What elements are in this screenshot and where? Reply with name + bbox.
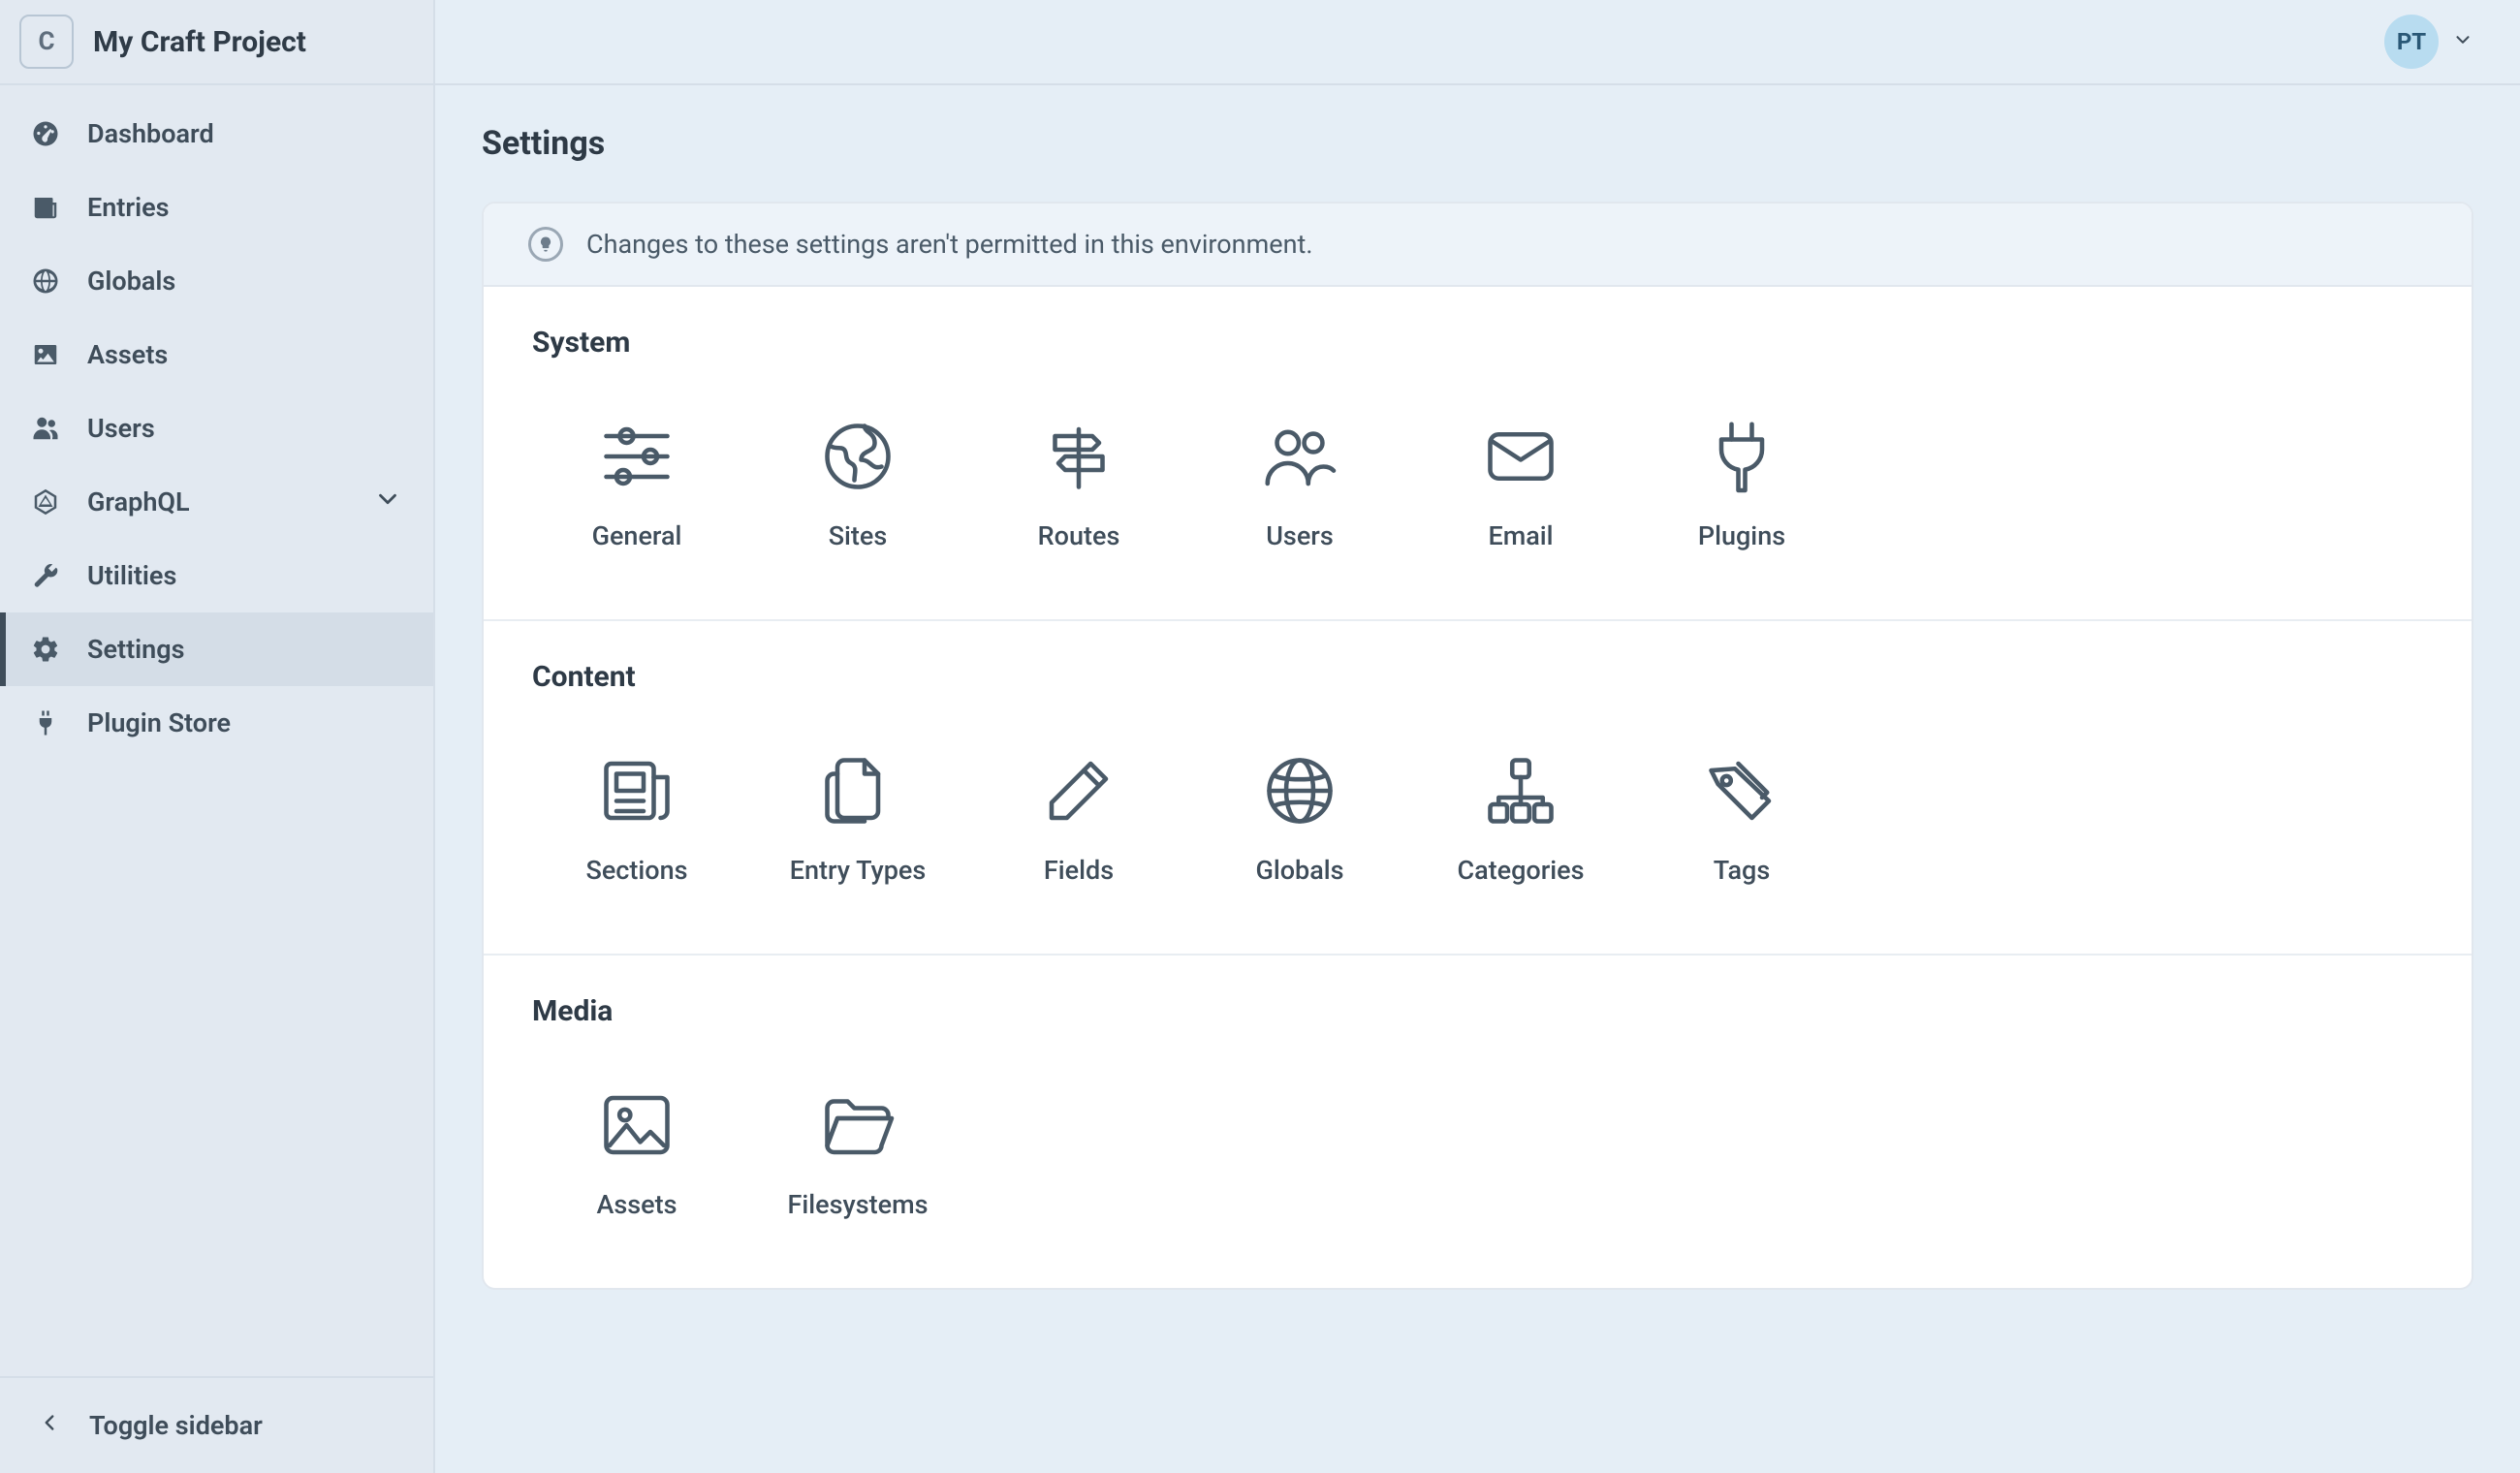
gear-icon xyxy=(31,635,60,664)
nav-label: Users xyxy=(87,413,155,444)
chevron-left-icon xyxy=(37,1410,62,1442)
tile-assets[interactable]: Assets xyxy=(532,1071,741,1230)
toggle-sidebar-button[interactable]: Toggle sidebar xyxy=(0,1376,433,1473)
tile-label: Assets xyxy=(596,1189,677,1220)
nav-label: GraphQL xyxy=(87,486,190,517)
nav-item-users[interactable]: Users xyxy=(0,392,433,465)
section-title: Media xyxy=(532,994,2423,1028)
nav-item-graphql[interactable]: GraphQL xyxy=(0,465,433,539)
graphql-icon xyxy=(31,487,60,517)
signpost-icon xyxy=(1034,412,1123,501)
notice-text: Changes to these settings aren't permitt… xyxy=(586,229,1312,260)
nav-label: Plugin Store xyxy=(87,707,231,738)
content: Settings Changes to these settings aren'… xyxy=(435,85,2520,1336)
nav-item-globals[interactable]: Globals xyxy=(0,244,433,318)
nav-item-utilities[interactable]: Utilities xyxy=(0,539,433,612)
section-title: Content xyxy=(532,660,2423,694)
tile-plugins[interactable]: Plugins xyxy=(1637,402,1846,561)
people-icon xyxy=(1255,412,1344,501)
nav-label: Globals xyxy=(87,266,175,297)
sitemap-icon xyxy=(1476,746,1565,835)
users-icon xyxy=(31,414,60,443)
system-badge: C xyxy=(19,15,74,69)
image-icon xyxy=(31,340,60,369)
globe-icon xyxy=(31,266,60,296)
section-content: Content Sections Entry Types Fields xyxy=(484,621,2472,956)
tile-label: Categories xyxy=(1457,855,1584,886)
nav-item-plugin-store[interactable]: Plugin Store xyxy=(0,686,433,760)
tile-label: Email xyxy=(1488,520,1553,551)
tile-sites[interactable]: Sites xyxy=(753,402,962,561)
tile-label: Sites xyxy=(829,520,888,551)
tile-categories[interactable]: Categories xyxy=(1416,736,1625,895)
page-title: Settings xyxy=(482,124,2473,163)
picture-icon xyxy=(592,1081,681,1170)
tile-users[interactable]: Users xyxy=(1195,402,1404,561)
toggle-sidebar-label: Toggle sidebar xyxy=(89,1410,263,1441)
nav-label: Settings xyxy=(87,634,185,665)
nav-label: Dashboard xyxy=(87,118,214,149)
wrench-icon xyxy=(31,561,60,590)
tile-routes[interactable]: Routes xyxy=(974,402,1183,561)
chevron-down-icon xyxy=(2452,29,2473,54)
edit-icon xyxy=(1034,746,1123,835)
tile-label: Sections xyxy=(585,855,687,886)
folder-open-icon xyxy=(813,1081,902,1170)
tile-label: Routes xyxy=(1038,520,1120,551)
tile-label: Plugins xyxy=(1698,520,1785,551)
nav-label: Utilities xyxy=(87,560,176,591)
gauge-icon xyxy=(31,119,60,148)
newspaper-icon xyxy=(31,193,60,222)
readonly-notice: Changes to these settings aren't permitt… xyxy=(484,204,2472,287)
tile-email[interactable]: Email xyxy=(1416,402,1625,561)
plug-large-icon xyxy=(1697,412,1786,501)
user-avatar[interactable]: PT xyxy=(2384,15,2439,69)
tile-globals[interactable]: Globals xyxy=(1195,736,1404,895)
tile-tags[interactable]: Tags xyxy=(1637,736,1846,895)
section-title: System xyxy=(532,326,2423,360)
tile-label: Users xyxy=(1266,520,1333,551)
tile-general[interactable]: General xyxy=(532,402,741,561)
sidebar-header[interactable]: C My Craft Project xyxy=(0,0,433,85)
sliders-icon xyxy=(592,412,681,501)
section-system: System General Sites Routes xyxy=(484,287,2472,621)
tile-label: Tags xyxy=(1714,855,1770,886)
tile-label: Globals xyxy=(1255,855,1343,886)
lightbulb-icon xyxy=(528,227,563,262)
chevron-down-icon xyxy=(373,485,402,520)
news-icon xyxy=(592,746,681,835)
tile-label: Entry Types xyxy=(790,855,927,886)
envelope-icon xyxy=(1476,412,1565,501)
tags-icon xyxy=(1697,746,1786,835)
primary-nav: Dashboard Entries Globals Assets Users G… xyxy=(0,85,433,1376)
tile-entry-types[interactable]: Entry Types xyxy=(753,736,962,895)
plug-icon xyxy=(31,708,60,737)
nav-item-entries[interactable]: Entries xyxy=(0,171,433,244)
sidebar: C My Craft Project Dashboard Entries Glo… xyxy=(0,0,435,1473)
main: PT Settings Changes to these settings ar… xyxy=(435,0,2520,1473)
nav-item-settings[interactable]: Settings xyxy=(0,612,433,686)
section-media: Media Assets Filesystems xyxy=(484,956,2472,1288)
system-name: My Craft Project xyxy=(93,25,306,59)
tile-filesystems[interactable]: Filesystems xyxy=(753,1071,962,1230)
settings-panel: Changes to these settings aren't permitt… xyxy=(482,202,2473,1290)
tile-label: Fields xyxy=(1044,855,1114,886)
nav-item-assets[interactable]: Assets xyxy=(0,318,433,392)
tile-label: General xyxy=(592,520,682,551)
tile-label: Filesystems xyxy=(788,1189,929,1220)
tile-sections[interactable]: Sections xyxy=(532,736,741,895)
topbar: PT xyxy=(435,0,2520,85)
files-icon xyxy=(813,746,902,835)
nav-item-dashboard[interactable]: Dashboard xyxy=(0,97,433,171)
tile-fields[interactable]: Fields xyxy=(974,736,1183,895)
nav-label: Entries xyxy=(87,192,170,223)
earth-icon xyxy=(813,412,902,501)
globe-grid-icon xyxy=(1255,746,1344,835)
nav-label: Assets xyxy=(87,339,168,370)
